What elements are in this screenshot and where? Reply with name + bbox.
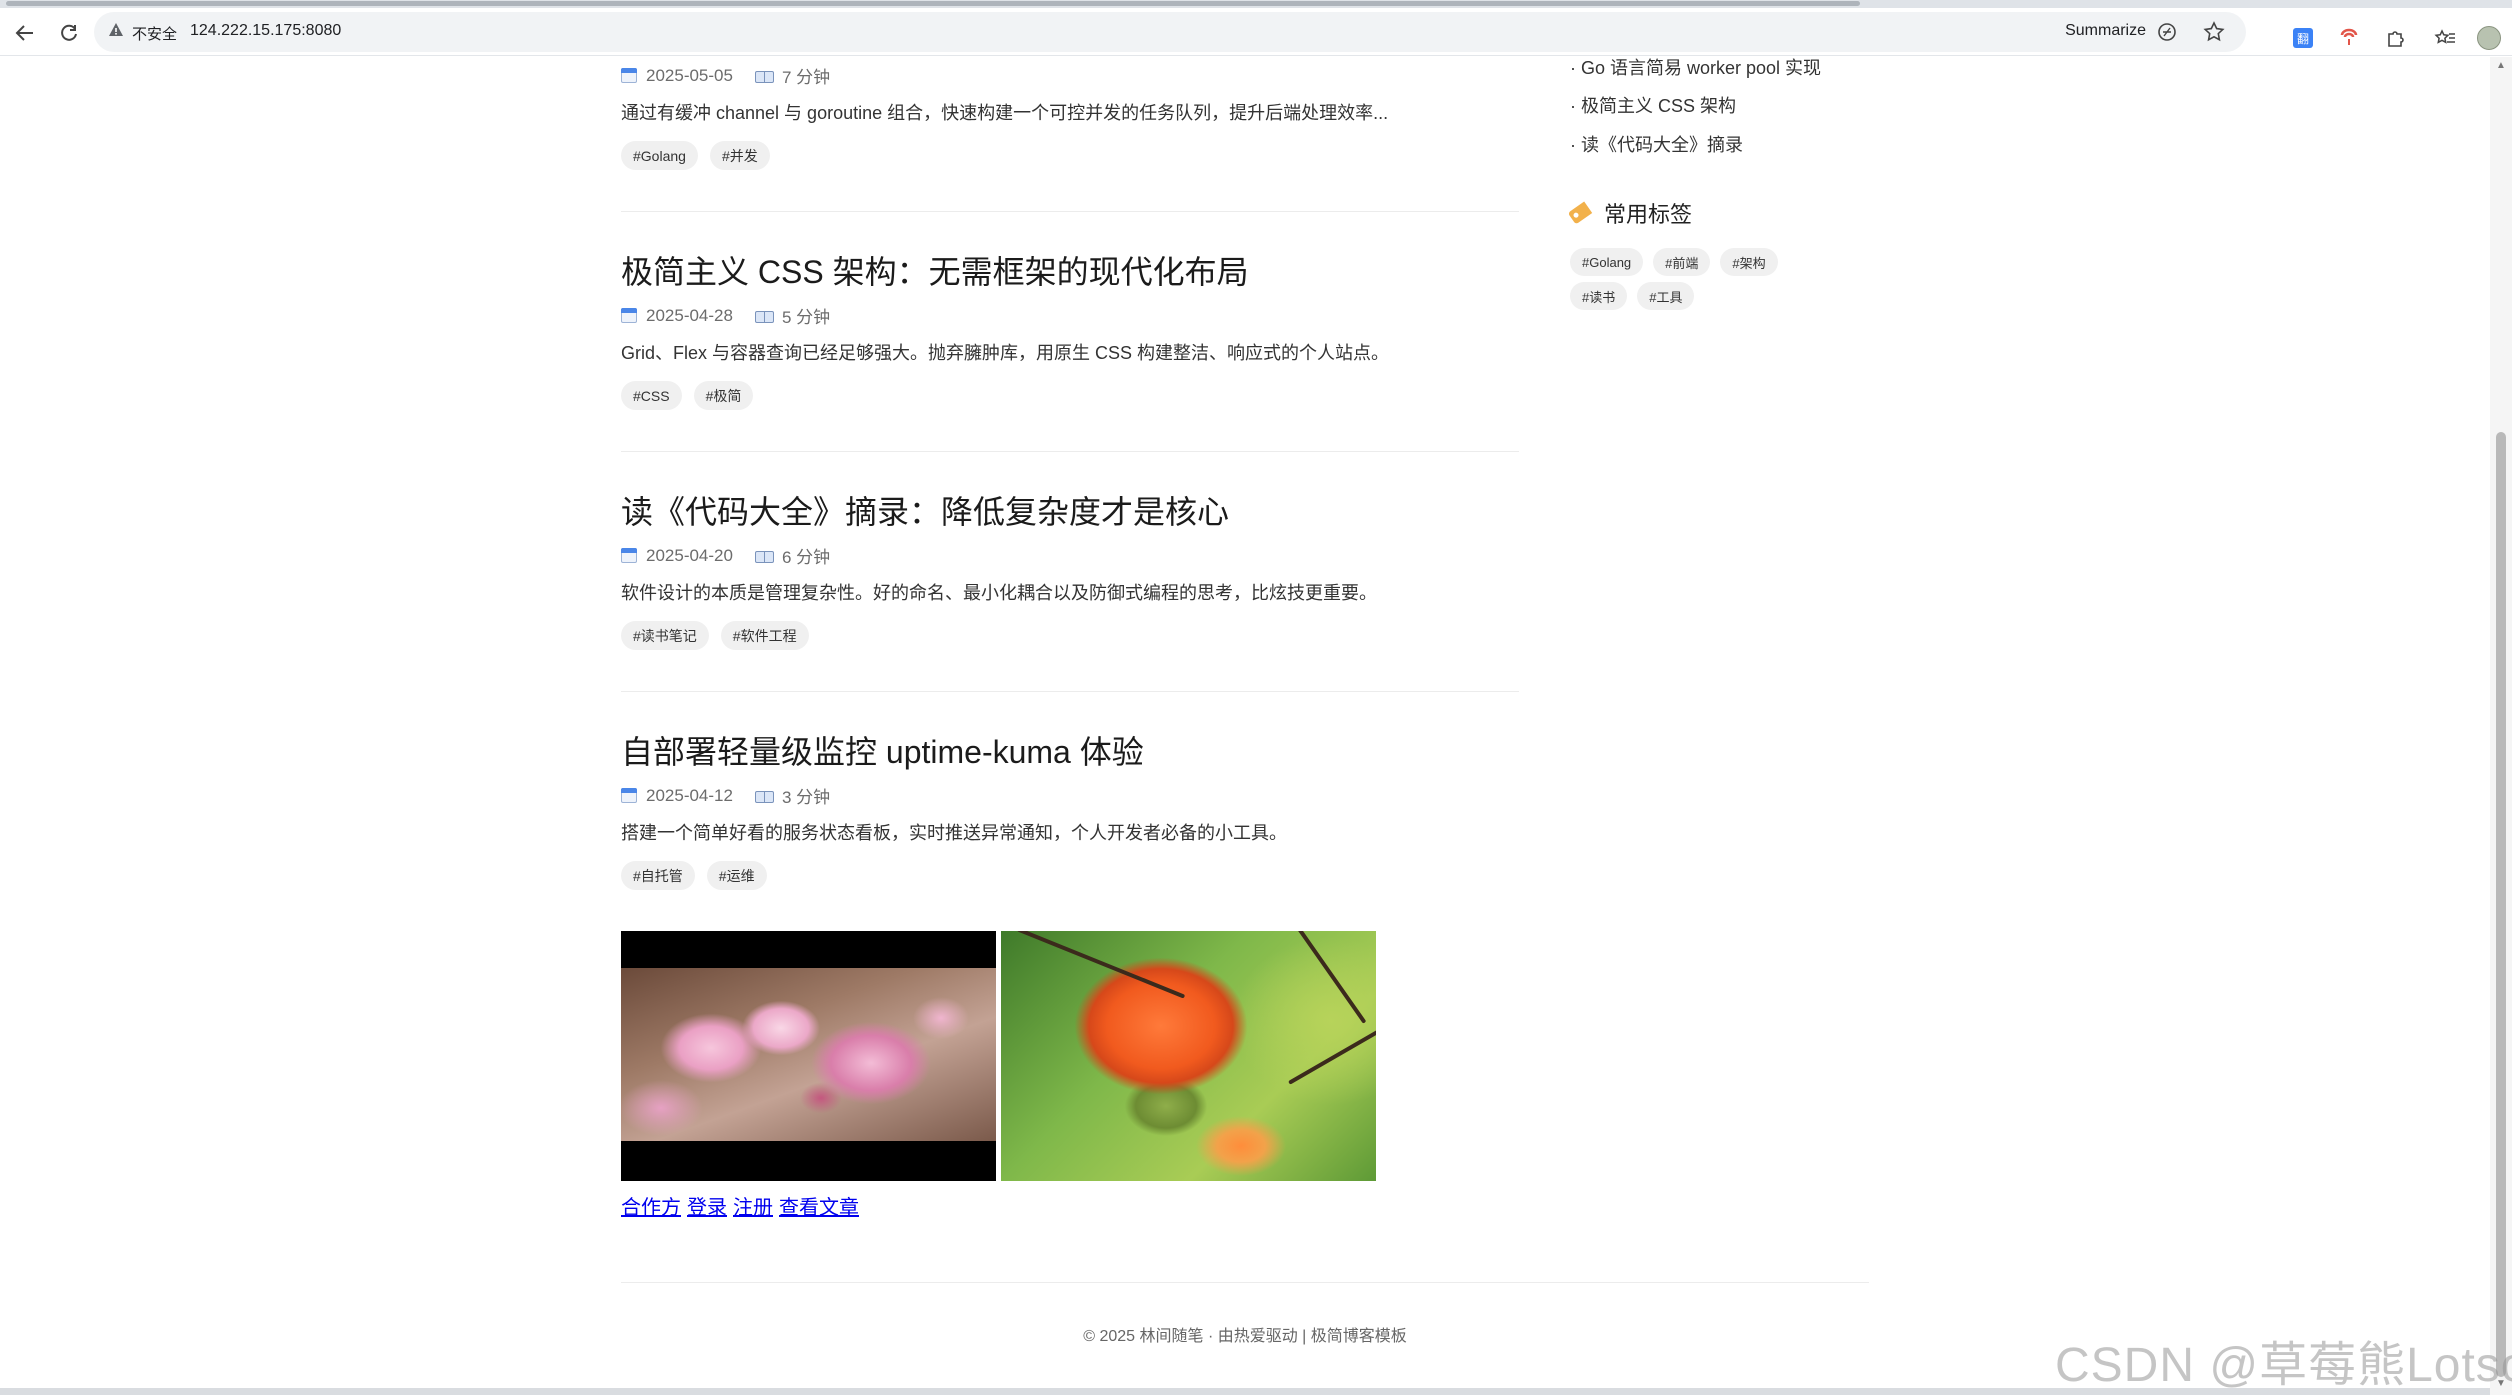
- footer-divider: [621, 1282, 1869, 1283]
- reading-list-icon[interactable]: [2432, 25, 2458, 51]
- book-icon: [754, 549, 774, 563]
- peach-blossom-image: [621, 931, 996, 1181]
- star-list-icon: [2434, 29, 2455, 44]
- tags-heading-label: 常用标签: [1604, 202, 1693, 227]
- article-divider: [621, 691, 1519, 692]
- tag-cloud-row: #读书 #工具: [1570, 282, 1695, 310]
- url-text[interactable]: 124.222.15.175:8080: [190, 22, 341, 40]
- article-date: 2025-05-05: [646, 65, 733, 85]
- tag-chip[interactable]: #CSS: [621, 381, 682, 410]
- summarize-button[interactable]: Summarize: [2065, 22, 2146, 40]
- article-divider: [621, 211, 1519, 212]
- reload-icon: [61, 24, 77, 41]
- article-title[interactable]: 自部署轻量级监控 uptime-kuma 体验: [621, 727, 1144, 773]
- register-link[interactable]: 注册: [733, 1191, 773, 1220]
- article-divider: [621, 451, 1519, 452]
- article-date: 2025-04-12: [646, 785, 733, 805]
- recent-post-link[interactable]: · 读《代码大全》摘录: [1570, 131, 1743, 157]
- puzzle-icon: [2388, 31, 2404, 47]
- book-icon: [754, 309, 774, 323]
- recent-post-link[interactable]: · 极简主义 CSS 架构: [1570, 92, 1736, 118]
- warning-icon: [109, 23, 123, 36]
- tag-chip[interactable]: #并发: [709, 141, 770, 170]
- address-bar[interactable]: 不安全 124.222.15.175:8080 Summarize: [94, 12, 2246, 52]
- tag-chip[interactable]: #架构: [1720, 248, 1778, 276]
- book-icon: [754, 789, 774, 803]
- tag-cloud-row: #Golang #前端 #架构: [1570, 248, 1778, 276]
- translate-extension-icon[interactable]: 翻: [2290, 25, 2316, 51]
- reload-button[interactable]: [54, 18, 84, 48]
- article-meta: 2025-04-12 3 分钟: [621, 783, 830, 808]
- calendar-icon: [621, 308, 637, 323]
- login-link[interactable]: 登录: [687, 1191, 727, 1220]
- tag-chip[interactable]: #Golang: [621, 141, 698, 170]
- article-tags: #读书笔记 #软件工程: [621, 621, 809, 650]
- article-meta: 2025-05-05 7 分钟: [621, 63, 830, 88]
- profile-avatar[interactable]: [2476, 25, 2502, 51]
- article-title[interactable]: 极简主义 CSS 架构：无需框架的现代化布局: [621, 247, 1249, 293]
- calendar-icon: [621, 68, 637, 83]
- tag-chip[interactable]: #运维: [706, 861, 767, 890]
- lamp-icon: [2340, 28, 2358, 45]
- page-content: 2025-05-05 7 分钟 通过有缓冲 channel 与 goroutin…: [0, 57, 2490, 1395]
- back-arrow-icon: [15, 25, 33, 41]
- article-excerpt: 搭建一个简单好看的服务状态看板，实时推送异常通知，个人开发者必备的小工具。: [621, 823, 1287, 843]
- scrollbar-thumb[interactable]: [2496, 432, 2506, 1377]
- security-label[interactable]: 不安全: [132, 23, 177, 44]
- nav-links: 合作方 登录 注册 查看文章: [621, 1191, 859, 1220]
- tag-chip[interactable]: #自托管: [621, 861, 695, 890]
- article-excerpt: Grid、Flex 与容器查询已经足够强大。抛弃臃肿库，用原生 CSS 构建整洁…: [621, 343, 1390, 363]
- book-icon: [754, 69, 774, 83]
- calendar-icon: [621, 788, 637, 803]
- tag-chip[interactable]: #工具: [1637, 282, 1695, 310]
- branch-shape: [1016, 931, 1186, 999]
- article-read-time: 6 分钟: [781, 548, 831, 567]
- orange-flower-image: [1001, 931, 1376, 1181]
- tag-chip[interactable]: #极简: [693, 381, 754, 410]
- view-articles-link[interactable]: 查看文章: [779, 1191, 859, 1220]
- tag-chip[interactable]: #软件工程: [720, 621, 809, 650]
- extensions-puzzle-icon[interactable]: [2382, 25, 2408, 51]
- article-tags: #Golang #并发: [621, 141, 770, 170]
- tab-strip: [0, 0, 2512, 8]
- article-meta: 2025-04-20 6 分钟: [621, 543, 830, 568]
- article-read-time: 5 分钟: [781, 308, 831, 327]
- calendar-icon: [621, 548, 637, 563]
- vertical-scrollbar[interactable]: ▲ ▼: [2490, 57, 2512, 1395]
- scroll-up-arrow-icon[interactable]: ▲: [2496, 61, 2506, 71]
- peach-blossom-picture: [621, 968, 996, 1141]
- tags-heading: 常用标签: [1567, 197, 1693, 229]
- tag-chip[interactable]: #Golang: [1570, 248, 1644, 276]
- summarize-icon[interactable]: [2156, 21, 2178, 43]
- article-tags: #CSS #极简: [621, 381, 754, 410]
- footer-text: © 2025 林间随笔 · 由热爱驱动 | 极简博客模板: [1083, 1328, 1407, 1345]
- article-read-time: 7 分钟: [781, 68, 831, 87]
- photo-gallery: [621, 931, 1376, 1181]
- article-read-time: 3 分钟: [781, 788, 831, 807]
- avatar: [2477, 26, 2501, 50]
- article-date: 2025-04-28: [646, 305, 733, 325]
- article-title[interactable]: 读《代码大全》摘录：降低复杂度才是核心: [621, 487, 1229, 533]
- browser-toolbar: 不安全 124.222.15.175:8080 Summarize 翻: [0, 8, 2512, 56]
- recent-post-link[interactable]: · Go 语言简易 worker pool 实现: [1570, 57, 1821, 80]
- branch-shape: [1265, 931, 1367, 1024]
- tag-icon: [1567, 201, 1593, 225]
- article-excerpt: 通过有缓冲 channel 与 goroutine 组合，快速构建一个可控并发的…: [621, 103, 1389, 123]
- branch-shape: [1288, 1021, 1376, 1085]
- partner-link[interactable]: 合作方: [621, 1191, 681, 1220]
- tag-chip[interactable]: #读书笔记: [621, 621, 709, 650]
- article-tags: #自托管 #运维: [621, 861, 767, 890]
- tag-chip[interactable]: #读书: [1570, 282, 1628, 310]
- back-button[interactable]: [10, 18, 40, 48]
- watermark: CSDN @草莓熊Lotso: [2055, 1339, 2512, 1392]
- article-date: 2025-04-20: [646, 545, 733, 565]
- translate-badge: 翻: [2293, 28, 2313, 48]
- tag-chip[interactable]: #前端: [1653, 248, 1711, 276]
- article-excerpt: 软件设计的本质是管理复杂性。好的命名、最小化耦合以及防御式编程的思考，比炫技更重…: [621, 583, 1377, 603]
- bookmark-star-icon[interactable]: [2202, 20, 2226, 44]
- lamp-extension-icon[interactable]: [2336, 25, 2362, 51]
- active-tab[interactable]: [6, 1, 1860, 6]
- article-meta: 2025-04-28 5 分钟: [621, 303, 830, 328]
